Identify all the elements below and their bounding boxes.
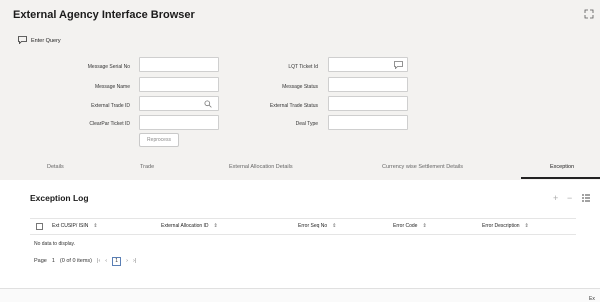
current-page[interactable]: 1 [112, 256, 122, 266]
reprocess-button[interactable]: Reprocess [139, 133, 179, 147]
last-page-button[interactable]: ›| [133, 258, 136, 264]
sort-icon[interactable]: ⇕ [214, 223, 218, 229]
remove-icon[interactable]: − [567, 193, 572, 203]
items-count: (0 of 0 items) [59, 258, 93, 264]
column-ext-cusip-isin[interactable]: Ext CUSIP/ ISIN ⇕ [52, 223, 98, 229]
tab-external-allocation-details[interactable]: External Allocation Details [229, 164, 293, 170]
column-error-description[interactable]: Error Description ⇕ [482, 223, 529, 229]
message-name-field[interactable] [139, 77, 219, 92]
deal-type-label: Deal Type [295, 121, 318, 127]
message-name-label: Message Name [94, 84, 130, 90]
add-icon[interactable]: + [553, 193, 558, 203]
column-external-allocation-id[interactable]: External Allocation ID ⇕ [161, 223, 218, 229]
external-trade-id-field[interactable] [139, 96, 219, 111]
lqt-ticket-id-field[interactable] [328, 57, 408, 72]
footer-bar [0, 288, 600, 302]
page-title: External Agency Interface Browser [13, 9, 195, 21]
prev-page-button[interactable]: ‹ [105, 258, 107, 264]
comment-icon[interactable] [394, 61, 403, 70]
page-label: Page [34, 258, 47, 264]
lqt-ticket-id-label: LQT Ticket Id [288, 64, 318, 70]
header-bar [0, 0, 600, 50]
search-icon[interactable] [204, 100, 212, 108]
select-all-checkbox[interactable] [36, 223, 43, 230]
column-error-code[interactable]: Error Code ⇕ [393, 223, 427, 229]
pager: Page 1 (0 of 0 items) |‹ ‹ 1 › ›| [34, 256, 136, 266]
column-error-seq-no[interactable]: Error Seq No ⇕ [298, 223, 336, 229]
enter-query-label: Enter Query [31, 38, 61, 44]
enter-query-button[interactable]: Enter Query [18, 36, 61, 46]
empty-message: No data to display. [34, 241, 76, 247]
message-status-label: Message Status [282, 84, 318, 90]
tab-currency-wise-settlement-details[interactable]: Currency wise Settlement Details [382, 164, 463, 170]
message-serial-no-field[interactable] [139, 57, 219, 72]
tab-details[interactable]: Details [47, 164, 64, 170]
external-trade-status-label: External Trade Status [269, 103, 318, 109]
sort-icon[interactable]: ⇕ [422, 223, 426, 229]
external-trade-status-field[interactable] [328, 96, 408, 111]
enter-query-icon [18, 36, 27, 46]
first-page-button[interactable]: |‹ [97, 258, 100, 264]
columns-icon[interactable] [582, 194, 590, 204]
tab-trade[interactable]: Trade [140, 164, 154, 170]
exit-button[interactable]: Ex [589, 296, 595, 302]
expand-icon[interactable] [584, 9, 594, 19]
clearpar-ticket-id-field[interactable] [139, 115, 219, 130]
sort-icon[interactable]: ⇕ [332, 223, 336, 229]
active-tab-indicator [521, 177, 600, 179]
sort-icon[interactable]: ⇕ [525, 223, 529, 229]
next-page-button[interactable]: › [126, 258, 128, 264]
message-serial-no-label: Message Serial No [87, 64, 130, 70]
message-status-field[interactable] [328, 77, 408, 92]
tab-bar [0, 156, 600, 180]
sort-icon[interactable]: ⇕ [93, 223, 97, 229]
deal-type-field[interactable] [328, 115, 408, 130]
exception-log-title: Exception Log [30, 193, 89, 203]
page-number: 1 [51, 258, 55, 264]
external-trade-id-label: External Trade ID [91, 103, 130, 109]
tab-exception[interactable]: Exception [550, 164, 574, 170]
clearpar-ticket-id-label: ClearPar Ticket ID [89, 121, 130, 127]
